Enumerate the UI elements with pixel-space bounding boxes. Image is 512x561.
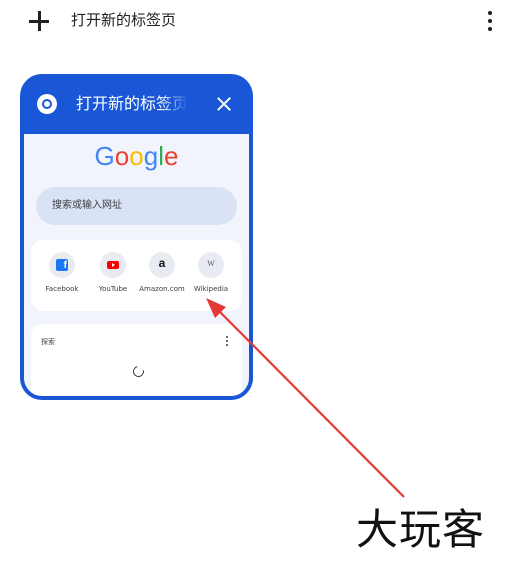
watermark-text: 大玩客 [356, 505, 486, 554]
shortcut-facebook[interactable]: f Facebook [37, 252, 87, 294]
wikipedia-icon: W [207, 259, 215, 268]
close-icon[interactable] [214, 94, 234, 114]
tab-card[interactable]: 打开新的标签页 Google 搜索或输入网址 f Facebook YouTub… [20, 74, 253, 400]
chrome-icon [37, 94, 57, 114]
logo-letter-2: o [129, 141, 144, 171]
tab-title: 打开新的标签页 [76, 94, 188, 113]
facebook-icon: f [56, 259, 68, 271]
discover-title: 探索 [41, 338, 55, 346]
plus-icon[interactable] [26, 8, 52, 34]
amazon-icon: a [158, 256, 166, 270]
logo-letter-1: o [114, 141, 130, 171]
more-vert-icon[interactable] [482, 9, 498, 33]
logo-letter-0: G [94, 141, 115, 171]
search-placeholder: 搜索或输入网址 [52, 200, 122, 211]
top-bar: 打开新的标签页 [0, 0, 512, 44]
discover-card: 探索 [31, 324, 242, 396]
logo-letter-5: e [163, 141, 179, 171]
shortcut-label: Wikipedia [193, 285, 229, 293]
tab-preview: Google 搜索或输入网址 f Facebook YouTube a Amaz… [24, 134, 249, 396]
top-title: 打开新的标签页 [71, 11, 177, 29]
spinner-icon [130, 363, 147, 380]
shortcut-amazon[interactable]: a Amazon.com [137, 252, 187, 294]
shortcut-wikipedia[interactable]: W Wikipedia [186, 252, 236, 294]
shortcut-label: Facebook [45, 285, 79, 293]
shortcut-youtube[interactable]: YouTube [88, 252, 138, 294]
search-box[interactable]: 搜索或输入网址 [36, 187, 237, 225]
google-logo: Google [24, 140, 249, 172]
youtube-icon [107, 261, 119, 269]
more-vert-icon[interactable] [225, 336, 229, 348]
shortcut-label: Amazon.com [139, 285, 185, 293]
tab-header: 打开新的标签页 [20, 74, 253, 134]
shortcut-label: YouTube [98, 285, 128, 293]
shortcut-card: f Facebook YouTube a Amazon.com W Wikipe… [31, 240, 242, 311]
logo-letter-3: g [143, 141, 159, 171]
